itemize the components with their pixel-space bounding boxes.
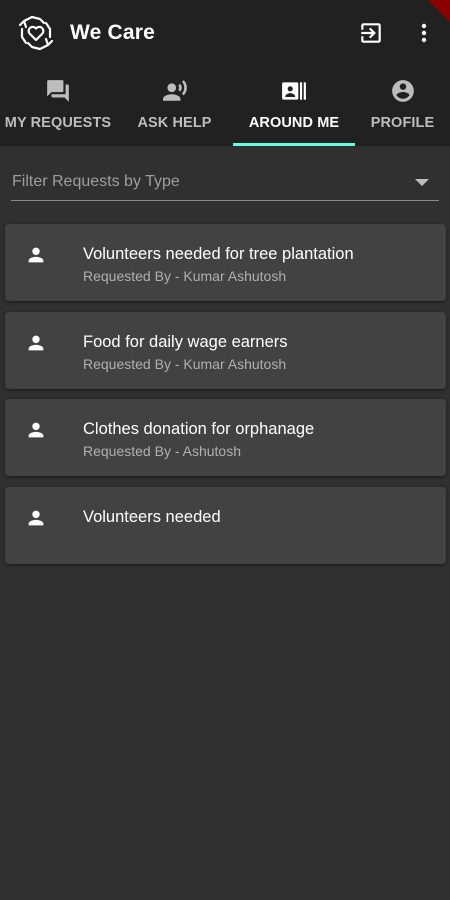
request-card[interactable]: Volunteers needed for tree plantation Re… [5, 224, 446, 301]
request-requester: Requested By - Kumar Ashutosh [83, 356, 287, 372]
tab-label: PROFILE [370, 115, 435, 131]
forum-icon [47, 80, 69, 102]
person-icon [28, 247, 44, 263]
filter-placeholder: Filter Requests by Type [12, 173, 180, 190]
person-icon [28, 510, 44, 526]
request-card[interactable]: Volunteers needed [5, 487, 446, 564]
hands-heart-icon [18, 15, 54, 51]
dropdown-arrow-icon [415, 179, 429, 186]
request-card[interactable]: Clothes donation for orphanage Requested… [5, 399, 446, 476]
more-vert-icon[interactable] [412, 20, 436, 46]
request-requester: Requested By - Kumar Ashutosh [83, 268, 287, 284]
request-title: Volunteers needed for tree plantation [83, 245, 354, 263]
request-title: Volunteers needed [83, 508, 221, 526]
request-card[interactable]: Food for daily wage earners Requested By… [5, 312, 446, 389]
app-bar: We Care MY REQUESTS ASK HELP AROUND ME P… [0, 0, 450, 146]
person-icon [28, 335, 44, 351]
record-voice-icon [162, 80, 187, 101]
account-circle-icon [391, 80, 414, 102]
person-icon [28, 422, 44, 438]
tab-label: AROUND ME [248, 115, 340, 131]
tab-label: ASK HELP [137, 115, 212, 131]
request-requester: Requested By - Ashutosh [83, 443, 241, 459]
contact-card-icon [282, 82, 306, 100]
tab-ask-help[interactable]: ASK HELP [116, 68, 233, 146]
app-title: We Care [70, 21, 156, 44]
tab-profile[interactable]: PROFILE [355, 68, 450, 146]
request-title: Clothes donation for orphanage [83, 420, 315, 438]
request-title: Food for daily wage earners [83, 333, 288, 351]
tab-label: MY REQUESTS [4, 115, 112, 131]
filter-dropdown[interactable]: Filter Requests by Type [11, 164, 439, 201]
toolbar: We Care [0, 0, 450, 68]
tab-indicator [233, 143, 355, 146]
tab-my-requests[interactable]: MY REQUESTS [0, 68, 116, 146]
debug-banner [428, 0, 450, 22]
tab-bar: MY REQUESTS ASK HELP AROUND ME PROFILE [0, 68, 450, 146]
tab-around-me[interactable]: AROUND ME [233, 68, 355, 146]
logout-icon[interactable] [358, 20, 384, 46]
